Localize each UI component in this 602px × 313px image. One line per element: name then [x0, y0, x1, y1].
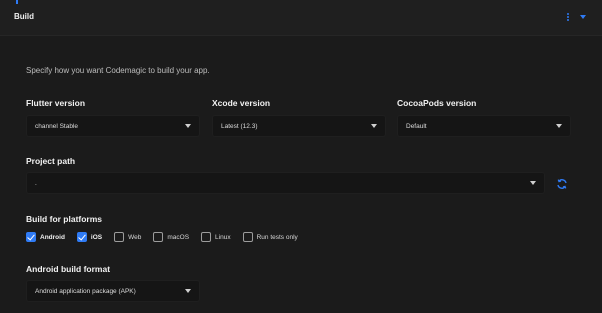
- xcode-version-value: Latest (12.3): [221, 122, 258, 130]
- checkbox-checked[interactable]: [76, 232, 87, 242]
- cocoapods-version-select[interactable]: Default: [397, 115, 571, 137]
- project-path-value: .: [35, 179, 37, 187]
- chevron-down-icon: [530, 181, 536, 185]
- xcode-version-label: Xcode version: [212, 98, 271, 108]
- checkbox[interactable]: [201, 232, 212, 242]
- refresh-icon[interactable]: [556, 178, 568, 190]
- platform-label: macOS: [167, 233, 190, 241]
- run-tests-only[interactable]: Run tests only: [242, 232, 298, 242]
- android-build-format-label: Android build format: [26, 264, 111, 274]
- platform-ios[interactable]: iOS: [76, 232, 103, 242]
- platform-label: Android: [40, 233, 65, 241]
- chevron-down-icon: [185, 124, 191, 128]
- platform-label: iOS: [90, 233, 103, 241]
- platform-label: Web: [128, 233, 142, 241]
- chevron-down-icon: [556, 124, 562, 128]
- kebab-menu-icon[interactable]: [564, 12, 572, 22]
- android-build-format-select[interactable]: Android application package (APK): [26, 280, 200, 302]
- checkbox-checked[interactable]: [26, 232, 36, 242]
- platform-label: Linux: [215, 233, 231, 241]
- chevron-down-icon: [371, 124, 377, 128]
- intro-text: Specify how you want Codemagic to build …: [26, 66, 210, 75]
- checkbox[interactable]: [153, 232, 164, 242]
- checkbox[interactable]: [242, 232, 253, 242]
- platform-macos[interactable]: macOS: [153, 232, 189, 242]
- xcode-version-select[interactable]: Latest (12.3): [212, 115, 386, 137]
- project-path-label: Project path: [26, 156, 76, 166]
- run-tests-only-label: Run tests only: [256, 233, 298, 241]
- platforms-label: Build for platforms: [26, 214, 103, 224]
- header-actions: [564, 12, 586, 22]
- cocoapods-version-label: CocoaPods version: [397, 98, 477, 108]
- flutter-version-value: channel Stable: [35, 122, 79, 130]
- chevron-down-icon[interactable]: [580, 15, 586, 19]
- checkbox[interactable]: [114, 232, 125, 242]
- cocoapods-version-value: Default: [406, 122, 427, 130]
- platform-web[interactable]: Web: [114, 232, 141, 242]
- platforms-checkbox-group: Android iOS Web macOS Linux Run tests on…: [26, 232, 310, 242]
- platform-linux[interactable]: Linux: [201, 232, 231, 242]
- build-section-header[interactable]: Build: [0, 0, 602, 36]
- project-path-select[interactable]: .: [26, 172, 545, 194]
- section-accent: [16, 0, 18, 4]
- android-build-format-value: Android application package (APK): [35, 287, 136, 295]
- build-settings-panel: Specify how you want Codemagic to build …: [0, 36, 602, 313]
- chevron-down-icon: [185, 289, 191, 293]
- platform-android[interactable]: Android: [26, 232, 65, 242]
- flutter-version-label: Flutter version: [26, 98, 86, 108]
- flutter-version-select[interactable]: channel Stable: [26, 115, 200, 137]
- section-title: Build: [14, 12, 34, 21]
